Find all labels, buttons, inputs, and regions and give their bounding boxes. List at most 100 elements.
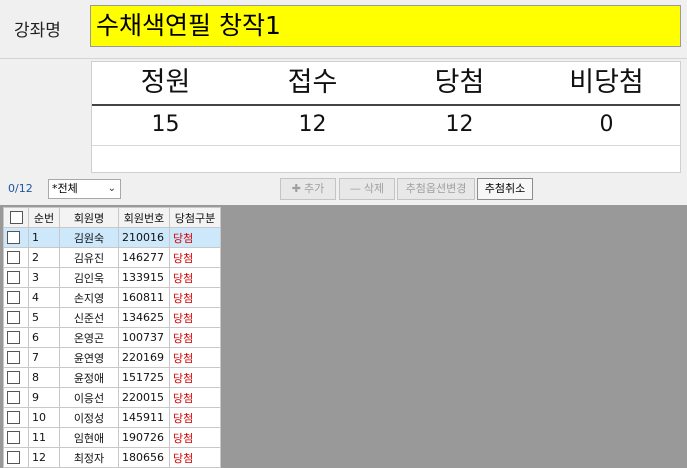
row-checkbox[interactable]	[7, 331, 20, 345]
row-result: 당첨	[169, 347, 221, 368]
row-member-id: 151725	[118, 367, 170, 388]
course-label: 강좌명	[14, 21, 61, 41]
delete-button[interactable]: — 삭제	[339, 178, 395, 200]
table-row[interactable]: 2 김유진 146277 당첨	[3, 247, 221, 268]
row-member-id: 160811	[118, 287, 170, 308]
row-select-cell[interactable]	[3, 247, 29, 268]
select-all-header[interactable]	[3, 207, 29, 228]
row-result: 당첨	[169, 307, 221, 328]
filter-select[interactable]: *전체 ⌄	[48, 179, 121, 199]
row-member-id: 220169	[118, 347, 170, 368]
stat-value-capacity: 15	[151, 112, 180, 137]
row-member-name: 이정성	[59, 407, 119, 428]
table-row[interactable]: 8 윤정애 151725 당첨	[3, 367, 221, 388]
table-row[interactable]: 9 이응선 220015 당첨	[3, 387, 221, 408]
grid-header-row: 순번 회원명 회원번호 당첨구분	[3, 207, 221, 228]
toolbar: 0/12 *전체 ⌄ ✚ 추가 — 삭제 추첨옵션변경 추첨취소	[0, 176, 687, 202]
row-member-id: 220015	[118, 387, 170, 408]
row-select-cell[interactable]	[3, 327, 29, 348]
row-result: 당첨	[169, 247, 221, 268]
row-checkbox[interactable]	[7, 291, 20, 305]
row-result: 당첨	[169, 287, 221, 308]
row-checkbox[interactable]	[7, 351, 20, 365]
row-checkbox[interactable]	[7, 391, 20, 405]
table-row[interactable]: 1 김원숙 210016 당첨	[3, 227, 221, 248]
row-no: 9	[28, 387, 60, 408]
row-select-cell[interactable]	[3, 347, 29, 368]
minus-icon: —	[349, 182, 361, 195]
stat-header-not-won: 비당첨	[569, 67, 644, 98]
row-member-name: 임현애	[59, 427, 119, 448]
draw-options-button[interactable]: 추첨옵션변경	[397, 178, 475, 200]
row-no: 1	[28, 227, 60, 248]
stats-header-row: 정원 접수 당첨 비당첨	[92, 62, 680, 106]
row-result: 당첨	[169, 427, 221, 448]
chevron-down-icon: ⌄	[107, 183, 116, 194]
table-row[interactable]: 4 손지영 160811 당첨	[3, 287, 221, 308]
row-select-cell[interactable]	[3, 447, 29, 468]
stat-header-capacity: 정원	[140, 67, 191, 98]
stats-value-row: 15 12 12 0	[92, 104, 680, 146]
row-checkbox[interactable]	[7, 271, 20, 285]
row-select-cell[interactable]	[3, 367, 29, 388]
row-checkbox[interactable]	[7, 231, 20, 245]
table-row[interactable]: 11 임현애 190726 당첨	[3, 427, 221, 448]
row-select-cell[interactable]	[3, 287, 29, 308]
cancel-draw-button[interactable]: 추첨취소	[477, 178, 533, 200]
row-member-name: 신준선	[59, 307, 119, 328]
table-row[interactable]: 5 신준선 134625 당첨	[3, 307, 221, 328]
select-all-checkbox[interactable]	[9, 211, 23, 225]
row-result: 당첨	[169, 227, 221, 248]
row-result: 당첨	[169, 447, 221, 468]
row-member-name: 윤연영	[59, 347, 119, 368]
row-select-cell[interactable]	[3, 267, 29, 288]
row-checkbox[interactable]	[7, 411, 20, 425]
row-member-name: 김인욱	[59, 267, 119, 288]
row-checkbox[interactable]	[7, 451, 20, 465]
row-member-id: 100737	[118, 327, 170, 348]
row-result: 당첨	[169, 327, 221, 348]
row-member-id: 145911	[118, 407, 170, 428]
table-row[interactable]: 3 김인욱 133915 당첨	[3, 267, 221, 288]
row-select-cell[interactable]	[3, 407, 29, 428]
row-member-name: 김원숙	[59, 227, 119, 248]
row-member-id: 146277	[118, 247, 170, 268]
add-button-label: 추가	[303, 182, 325, 195]
table-row[interactable]: 7 윤연영 220169 당첨	[3, 347, 221, 368]
row-member-id: 190726	[118, 427, 170, 448]
row-member-id: 133915	[118, 267, 170, 288]
stat-header-applied: 접수	[287, 67, 338, 98]
stat-value-won: 12	[445, 112, 474, 137]
row-select-cell[interactable]	[3, 387, 29, 408]
stat-header-won: 당첨	[434, 67, 485, 98]
table-row[interactable]: 12 최정자 180656 당첨	[3, 447, 221, 468]
row-select-cell[interactable]	[3, 427, 29, 448]
row-checkbox[interactable]	[7, 251, 20, 265]
row-select-cell[interactable]	[3, 307, 29, 328]
row-no: 2	[28, 247, 60, 268]
row-checkbox[interactable]	[7, 431, 20, 445]
row-member-name: 이응선	[59, 387, 119, 408]
grid-area: 순번 회원명 회원번호 당첨구분 1 김원숙 210016 당첨 2 김유진 146277 당…	[0, 205, 687, 468]
row-no: 6	[28, 327, 60, 348]
col-header-no: 순번	[28, 207, 60, 228]
stat-value-applied: 12	[298, 112, 327, 137]
member-grid: 순번 회원명 회원번호 당첨구분 1 김원숙 210016 당첨 2 김유진 146277 당…	[3, 207, 221, 468]
course-header: 강좌명 수채색연필 창작1	[0, 0, 687, 59]
delete-button-label: 삭제	[363, 182, 385, 195]
add-button[interactable]: ✚ 추가	[280, 178, 336, 200]
table-row[interactable]: 6 온영곤 100737 당첨	[3, 327, 221, 348]
row-checkbox[interactable]	[7, 311, 20, 325]
row-member-name: 김유진	[59, 247, 119, 268]
add-icon: ✚	[291, 182, 301, 195]
row-checkbox[interactable]	[7, 371, 20, 385]
row-no: 4	[28, 287, 60, 308]
col-header-member-id: 회원번호	[118, 207, 170, 228]
row-member-name: 최정자	[59, 447, 119, 468]
row-result: 당첨	[169, 387, 221, 408]
row-select-cell[interactable]	[3, 227, 29, 248]
table-row[interactable]: 10 이정성 145911 당첨	[3, 407, 221, 428]
row-result: 당첨	[169, 267, 221, 288]
course-name-field[interactable]: 수채색연필 창작1	[90, 5, 681, 47]
row-member-name: 온영곤	[59, 327, 119, 348]
